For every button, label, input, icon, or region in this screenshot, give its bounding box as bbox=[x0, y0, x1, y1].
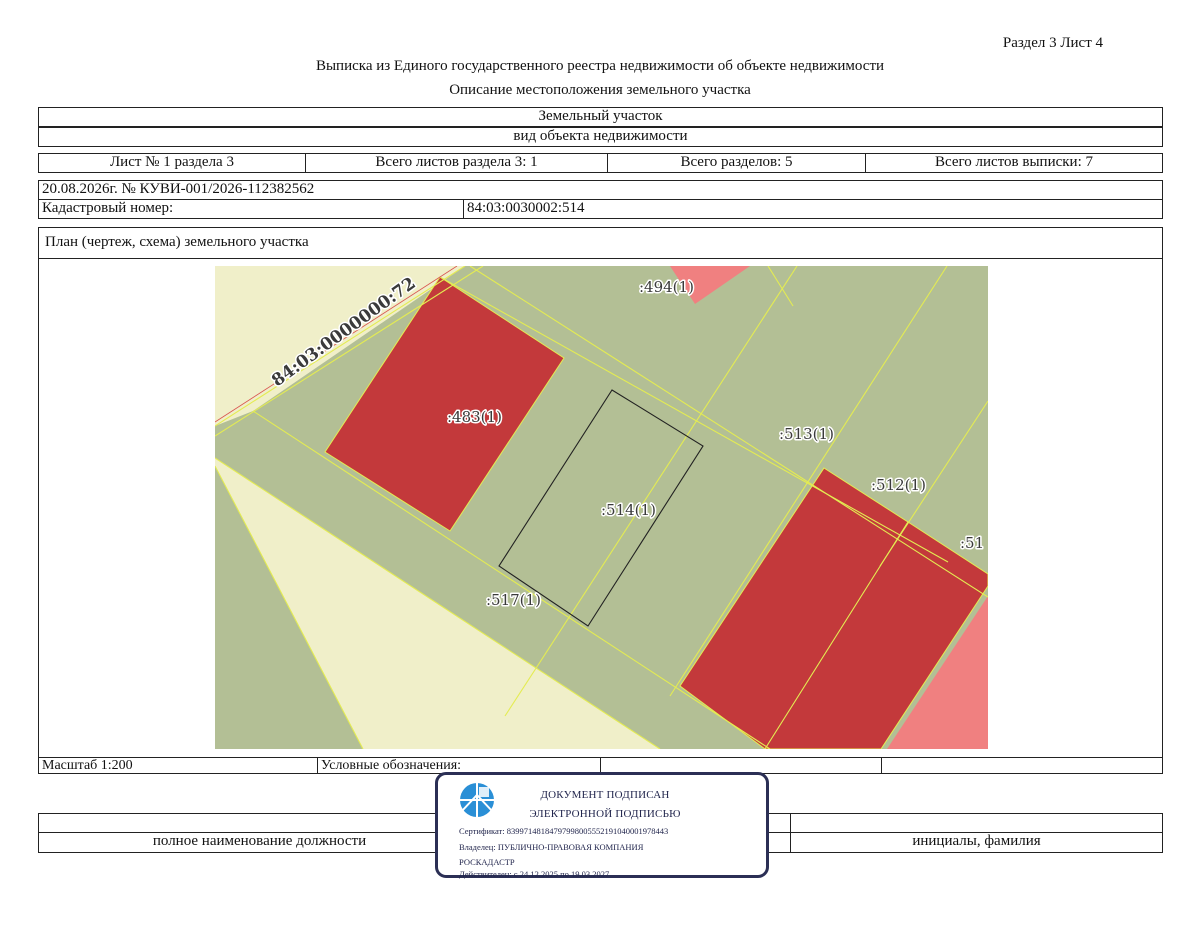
total-extract-sheets: Всего листов выписки: 7 bbox=[865, 153, 1163, 173]
stamp-line2: ЭЛЕКТРОННОЙ ПОДПИСЬЮ bbox=[529, 808, 681, 820]
section-sheet-label: Раздел 3 Лист 4 bbox=[1002, 35, 1103, 51]
label-511: :51 bbox=[960, 534, 984, 552]
legend-cell-3 bbox=[881, 757, 1163, 774]
label-483: :483(1) bbox=[447, 408, 502, 426]
label-512: :512(1) bbox=[871, 476, 926, 494]
date-number: 20.08.2026г. № КУВИ-001/2026-112382562 bbox=[38, 180, 1163, 200]
stamp-certificate: Сертификат: 8399714818479799800555219104… bbox=[459, 826, 669, 836]
stamp-line1: ДОКУМЕНТ ПОДПИСАН bbox=[540, 789, 670, 801]
name-cell bbox=[790, 813, 1163, 833]
scale-label: Масштаб 1:200 bbox=[38, 757, 318, 774]
cadastral-map: :494(1) :483(1) :513(1) :512(1) :51 :514… bbox=[215, 266, 988, 749]
stamp-validity: Действителен: с 24.12.2025 по 19.03.2027 bbox=[459, 869, 610, 879]
document-subtitle: Описание местоположения земельного участ… bbox=[449, 82, 751, 98]
object-kind-caption: вид объекта недвижимости bbox=[38, 127, 1163, 147]
label-494: :494(1) bbox=[639, 278, 694, 296]
document-title: Выписка из Единого государственного реес… bbox=[315, 58, 885, 74]
object-kind: Земельный участок bbox=[38, 107, 1163, 127]
signature-stamp: ДОКУМЕНТ ПОДПИСАН ЭЛЕКТРОННОЙ ПОДПИСЬЮ С… bbox=[435, 772, 769, 879]
stamp-owner: Владелец: ПУБЛИЧНО-ПРАВОВАЯ КОМПАНИЯ bbox=[459, 842, 644, 852]
total-sections: Всего разделов: 5 bbox=[607, 153, 866, 173]
total-section-sheets: Всего листов раздела 3: 1 bbox=[305, 153, 608, 173]
plan-title-divider bbox=[38, 258, 1163, 259]
label-514: :514(1) bbox=[601, 501, 656, 519]
label-513: :513(1) bbox=[779, 425, 834, 443]
stamp-owner-line2: РОСКАДАСТР bbox=[459, 857, 515, 867]
label-517: :517(1) bbox=[486, 591, 541, 609]
legend-text: Условные обозначения: bbox=[321, 758, 462, 773]
plan-title: План (чертеж, схема) земельного участка bbox=[45, 234, 309, 250]
sheet-number: Лист № 1 раздела 3 bbox=[38, 153, 306, 173]
position-caption-text: полное наименование должности bbox=[152, 833, 367, 849]
name-caption: инициалы, фамилия bbox=[790, 832, 1163, 853]
cadastral-label: Кадастровый номер: bbox=[38, 199, 464, 219]
cadastral-number: 84:03:0030002:514 bbox=[463, 199, 1163, 219]
